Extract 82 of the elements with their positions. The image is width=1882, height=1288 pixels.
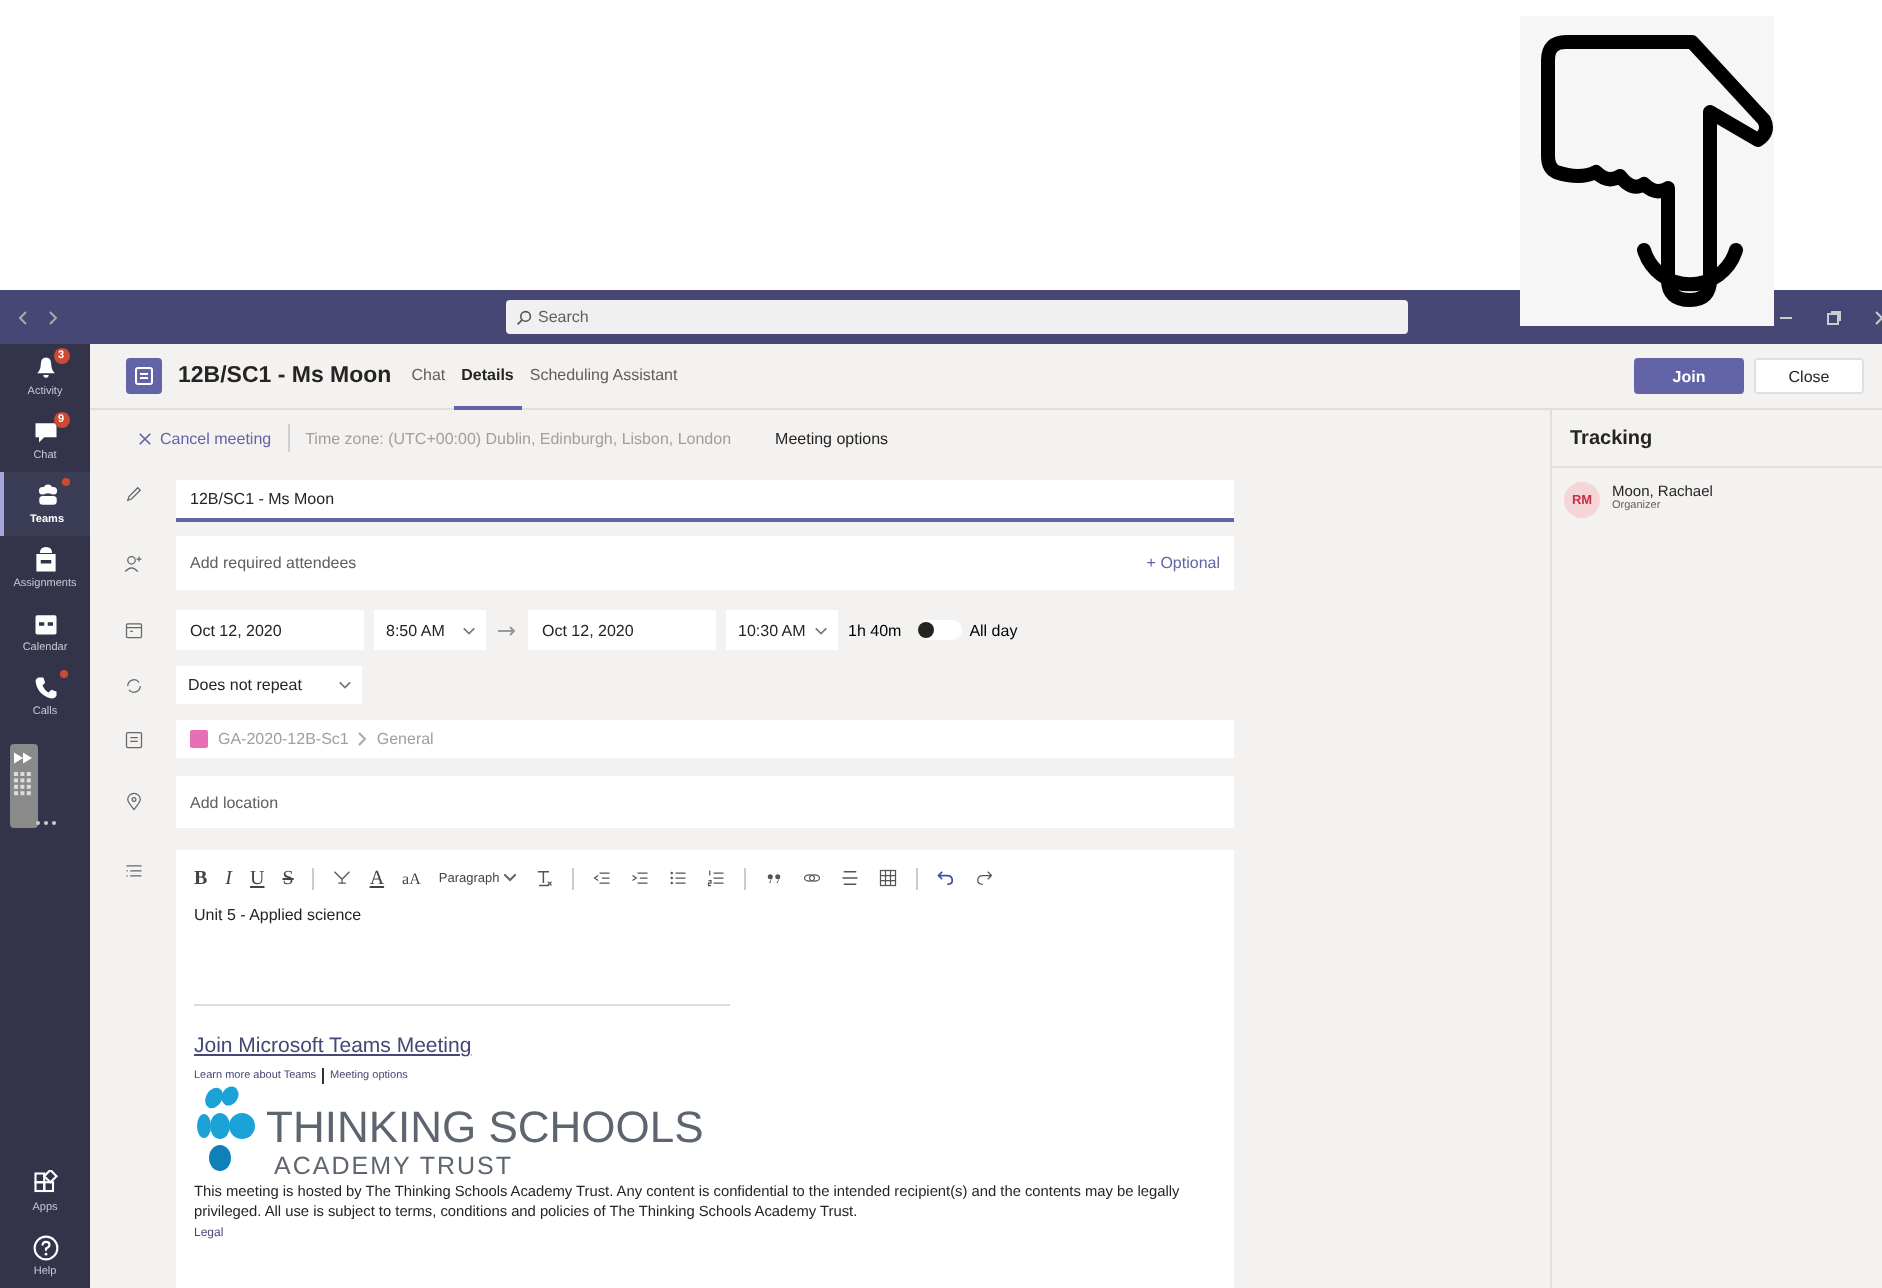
table-icon[interactable]	[877, 868, 898, 888]
join-meeting-link[interactable]: Join Microsoft Teams Meeting	[194, 1034, 472, 1058]
logo-dots-icon	[194, 1086, 258, 1174]
pointing-hand-icon	[1520, 16, 1774, 326]
pencil-icon	[124, 484, 144, 504]
apps-icon	[31, 1170, 59, 1198]
tab[interactable]: Details	[453, 343, 522, 409]
horizontal-rule-icon[interactable]	[839, 868, 860, 888]
meeting-title: 12B/SC1 - Ms Moon	[178, 364, 392, 388]
start-date-field[interactable]: Oct 12, 2020	[176, 610, 364, 650]
clear-format-icon[interactable]	[533, 868, 554, 888]
logo-subtitle: ACADEMY TRUST	[274, 1152, 516, 1180]
strike-button[interactable]: S	[282, 867, 294, 889]
chevron-down-icon	[338, 680, 352, 690]
start-time-dropdown[interactable]: 8:50 AM	[374, 610, 486, 650]
chevron-down-icon	[462, 625, 476, 635]
people-icon	[33, 482, 61, 510]
font-color-button[interactable]: A	[369, 867, 385, 889]
outdent-icon[interactable]	[591, 868, 612, 888]
tab[interactable]: Chat	[403, 343, 454, 409]
all-day-toggle[interactable]	[917, 620, 962, 640]
location-pin-icon	[124, 792, 144, 812]
optional-link[interactable]: + Optional	[1146, 554, 1220, 572]
help-icon	[31, 1234, 59, 1262]
chevron-down-icon	[814, 625, 828, 635]
bullet-list-icon[interactable]	[667, 868, 688, 888]
numbered-list-icon[interactable]	[705, 868, 726, 888]
underline-button[interactable]: U	[250, 867, 265, 889]
all-day-label: All day	[969, 621, 1018, 639]
keypad-icon	[14, 772, 32, 796]
end-date-field[interactable]: Oct 12, 2020	[528, 610, 716, 650]
location-field[interactable]: Add location	[176, 776, 1234, 828]
end-time-dropdown[interactable]: 10:30 AM	[726, 610, 838, 650]
team-icon	[190, 730, 208, 748]
link-icon[interactable]	[801, 868, 822, 888]
floating-toolbar[interactable]	[9, 744, 37, 828]
backpack-icon	[31, 546, 59, 574]
channel-name: General	[376, 730, 434, 748]
description-text: Unit 5 - Applied science	[194, 906, 364, 924]
search-field[interactable]: Search	[506, 300, 1408, 334]
team-name: GA-2020-12B-Sc1	[218, 730, 349, 748]
details-icon	[124, 862, 144, 882]
close-button[interactable]: Close	[1754, 358, 1864, 394]
calendar-icon	[124, 620, 144, 640]
channel-icon	[124, 729, 144, 749]
attendees-placeholder: Add required attendees	[190, 554, 357, 572]
italic-button[interactable]: I	[225, 867, 233, 889]
search-icon	[516, 309, 532, 325]
title-field[interactable]: 12B/SC1 - Ms Moon	[176, 480, 1234, 522]
calendar-icon	[31, 610, 59, 638]
chevron-down-icon	[503, 874, 516, 882]
highlighter-icon[interactable]	[331, 868, 352, 888]
meeting-icon	[126, 358, 162, 394]
quote-icon[interactable]	[763, 868, 784, 888]
bold-button[interactable]: B	[194, 867, 208, 889]
attendees-field[interactable]: Add required attendees + Optional	[176, 536, 1234, 590]
fast-forward-icon	[14, 752, 32, 764]
cancel-meeting-button[interactable]: Cancel meeting	[138, 429, 272, 447]
join-button[interactable]: Join	[1634, 358, 1744, 394]
font-size-button[interactable]: aA	[402, 869, 421, 887]
time-zone-label: Time zone: (UTC+00:00) Dublin, Edinburgh, Lisbon, London	[305, 429, 732, 447]
redo-icon[interactable]	[973, 868, 994, 888]
back-icon[interactable]	[16, 309, 28, 325]
arrow-right-icon	[498, 625, 516, 635]
forward-icon[interactable]	[48, 309, 60, 325]
more-icon[interactable]	[33, 820, 57, 826]
logo-title: THINKING SCHOOLS	[266, 1104, 704, 1152]
indent-icon[interactable]	[629, 868, 650, 888]
close-icon	[138, 431, 152, 445]
chevron-right-icon	[358, 732, 367, 746]
add-person-icon	[124, 553, 144, 573]
meeting-options-link[interactable]: Meeting options	[775, 429, 889, 447]
repeat-dropdown[interactable]: Does not repeat	[176, 666, 362, 704]
tracking-title: Tracking	[1570, 427, 1653, 449]
duration-label: 1h 40m	[848, 621, 902, 639]
restore-icon[interactable]	[1826, 309, 1842, 325]
repeat-icon	[124, 675, 144, 695]
phone-icon	[31, 674, 59, 702]
description-editor[interactable]	[176, 850, 1234, 1288]
tab[interactable]: Scheduling Assistant	[521, 343, 686, 409]
chat-icon	[31, 418, 59, 446]
undo-icon[interactable]	[935, 868, 956, 888]
